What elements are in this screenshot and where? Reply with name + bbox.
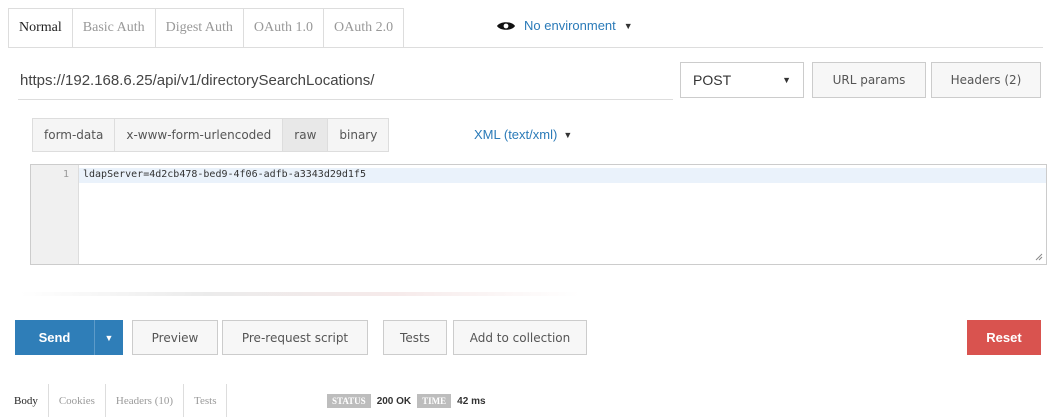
tab-oauth-1[interactable]: OAuth 1.0 [243,8,325,48]
add-to-collection-button[interactable]: Add to collection [453,320,587,355]
content-type-select[interactable]: XML (text/xml) ▼ [474,127,572,142]
auth-tabs: Normal Basic Auth Digest Auth OAuth 1.0 … [8,8,405,48]
chevron-down-icon: ▼ [104,332,114,343]
preview-button[interactable]: Preview [132,320,218,355]
line-number: 1 [62,169,69,180]
time-value: 42 ms [457,395,486,407]
body-type-urlencoded[interactable]: x-www-form-urlencoded [115,118,284,152]
time-label: TIME [417,394,452,408]
tab-normal[interactable]: Normal [8,8,73,48]
body-type-tabs: form-data x-www-form-urlencoded raw bina… [32,118,390,152]
chevron-down-icon: ▼ [563,129,573,140]
environment-selector[interactable]: No environment ▼ [496,18,633,33]
reset-button[interactable]: Reset [967,320,1041,355]
code-line[interactable]: ldapServer=4d2cb478-bed9-4f06-adfb-a3343… [83,169,366,180]
send-button-group: Send ▼ [15,320,123,355]
body-type-form-data[interactable]: form-data [32,118,116,152]
tab-digest-auth[interactable]: Digest Auth [155,8,244,48]
response-tab-body[interactable]: Body [8,384,49,417]
divider [20,292,580,296]
response-tab-tests[interactable]: Tests [184,384,228,417]
method-value: POST [693,72,732,88]
chevron-down-icon: ▼ [623,20,633,31]
tabs-divider [8,47,1043,48]
send-options-button[interactable]: ▼ [95,320,123,355]
body-editor[interactable]: 1 ldapServer=4d2cb478-bed9-4f06-adfb-a33… [30,164,1047,265]
tests-button[interactable]: Tests [383,320,447,355]
send-button[interactable]: Send [15,320,95,355]
content-type-label: XML (text/xml) [474,127,558,142]
status-label: STATUS [327,394,371,408]
response-tab-headers[interactable]: Headers (10) [106,384,185,417]
body-type-raw[interactable]: raw [283,118,329,152]
url-input[interactable] [18,62,673,100]
resize-handle-icon[interactable] [1035,253,1043,261]
eye-icon [497,21,515,30]
status-value: 200 OK [376,395,412,407]
response-tabs: Body Cookies Headers (10) Tests [8,384,228,417]
body-type-binary[interactable]: binary [328,118,390,152]
url-params-button[interactable]: URL params [812,62,926,98]
tab-basic-auth[interactable]: Basic Auth [72,8,156,48]
tab-oauth-2[interactable]: OAuth 2.0 [324,8,405,48]
chevron-down-icon: ▼ [782,75,791,85]
response-tab-cookies[interactable]: Cookies [49,384,106,417]
pre-request-script-button[interactable]: Pre-request script [222,320,368,355]
response-status: STATUS 200 OK TIME 42 ms [327,394,486,408]
headers-button[interactable]: Headers (2) [931,62,1041,98]
editor-gutter: 1 [31,165,79,264]
environment-label: No environment [524,18,616,33]
method-select[interactable]: POST ▼ [680,62,804,98]
